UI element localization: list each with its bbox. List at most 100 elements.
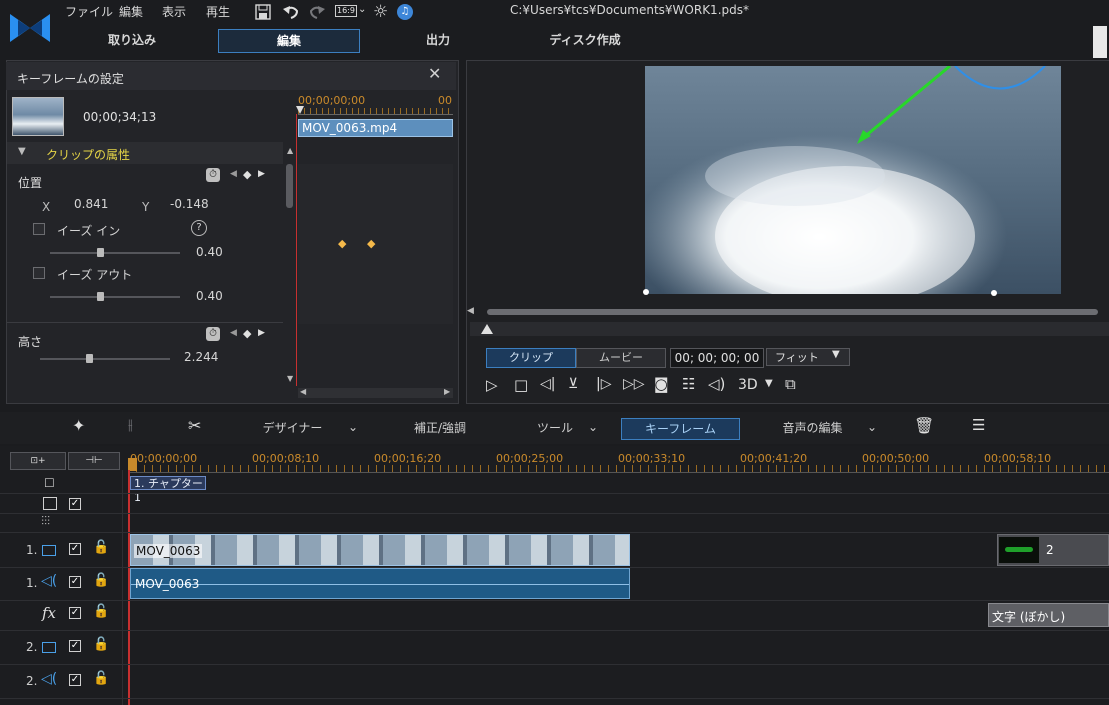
ease-in-checkbox[interactable] [33, 223, 45, 235]
play-icon[interactable]: ▷ [486, 376, 498, 394]
help-icon[interactable]: ? [191, 220, 207, 236]
preview-timecode[interactable]: 00; 00; 00; 00 [670, 348, 764, 368]
gear-icon[interactable]: ☼ [373, 2, 388, 22]
designer-button[interactable]: デザイナー [255, 418, 330, 438]
subtitle-track-checkbox[interactable]: ✓ [69, 498, 81, 510]
x-value[interactable]: 0.841 [74, 197, 108, 211]
fit-timeline-icon[interactable]: ⊣⊢ [68, 452, 120, 470]
close-icon[interactable]: ✕ [428, 64, 441, 83]
lock-icon[interactable]: 🔓 [93, 573, 109, 588]
subtitle-icon[interactable]: ☷ [682, 375, 695, 393]
lock-icon[interactable]: 🔓 [93, 540, 109, 555]
clip-mode-button[interactable]: クリップ [486, 348, 576, 368]
add-keyframe-icon[interactable]: ◆ [243, 327, 251, 340]
keyframe-button[interactable]: キーフレーム [621, 418, 740, 440]
prev-frame-icon[interactable]: ◁| [540, 376, 555, 392]
aspect-ratio-button[interactable]: 16:9 [335, 5, 357, 17]
menu-play[interactable]: 再生 [206, 3, 230, 20]
scroll-up-icon[interactable]: ▲ [287, 146, 293, 155]
kf-hscroll[interactable] [298, 388, 453, 398]
ease-out-slider-track [50, 296, 180, 298]
tools-button[interactable]: ツール [525, 418, 585, 438]
scroll-left-icon[interactable]: ◀ [300, 387, 306, 396]
chevron-down-icon[interactable]: ⌄ [588, 420, 598, 434]
tab-produce[interactable]: 出力 [386, 29, 490, 51]
scroll-down-icon[interactable]: ▼ [287, 374, 293, 383]
stopwatch-icon[interactable]: ⏱ [206, 168, 220, 182]
lock-icon[interactable]: 🔓 [93, 671, 109, 686]
correct-enhance-button[interactable]: 補正/強調 [395, 418, 485, 438]
transform-handle[interactable] [991, 290, 997, 296]
track-enable-checkbox[interactable]: ✓ [69, 607, 81, 619]
preview-seekbar[interactable] [470, 322, 1109, 336]
preview-video[interactable] [645, 66, 1061, 294]
audio-edit-button[interactable]: 音声の編集 [770, 418, 855, 438]
keyframe-marker[interactable]: ◆ [338, 237, 346, 250]
tab-edit[interactable]: 編集 [218, 29, 360, 53]
magic-tool-icon[interactable]: ✦ [72, 416, 85, 435]
chapter-marker[interactable]: 1. チャプター 1 [130, 476, 206, 504]
seek-handle-icon[interactable] [481, 324, 493, 334]
save-icon[interactable] [255, 4, 271, 20]
tab-disc[interactable]: ディスク作成 [530, 29, 640, 51]
track-number: 2. [26, 674, 38, 688]
transform-handle[interactable] [643, 289, 649, 295]
scrollbar-top[interactable] [1093, 26, 1107, 58]
notification-icon[interactable]: ♫ [397, 4, 413, 20]
menu-view[interactable]: 表示 [162, 3, 186, 20]
y-value[interactable]: -0.148 [170, 197, 209, 211]
chevron-down-icon[interactable]: ⌄ [358, 4, 366, 15]
fast-forward-icon[interactable]: ▷▷ [623, 376, 645, 392]
lock-icon[interactable]: 🔓 [93, 604, 109, 619]
next-keyframe-icon[interactable]: ▶ [258, 328, 265, 338]
clip-properties-icon[interactable]: ☰ [972, 416, 985, 434]
prev-keyframe-icon[interactable]: ◀ [230, 169, 237, 179]
add-keyframe-icon[interactable]: ◆ [243, 168, 251, 181]
next-frame-icon[interactable]: |▷ [596, 376, 611, 392]
movie-mode-button[interactable]: ムービー [576, 348, 666, 368]
prev-keyframe-icon[interactable]: ◀ [230, 328, 237, 338]
menu-file[interactable]: ファイル [65, 3, 113, 20]
undo-icon[interactable] [282, 3, 300, 21]
track-enable-checkbox[interactable]: ✓ [69, 674, 81, 686]
volume-icon[interactable]: ◁) [708, 375, 725, 393]
y-label: Y [142, 200, 150, 214]
track-enable-checkbox[interactable]: ✓ [69, 576, 81, 588]
divider [0, 532, 1109, 533]
kf-playhead-line [296, 114, 297, 386]
stop-icon[interactable]: □ [514, 376, 528, 394]
preview-hscroll[interactable] [487, 309, 1098, 315]
external-display-icon[interactable]: ⧉ [785, 375, 796, 393]
panel-scroll-thumb[interactable] [286, 164, 293, 208]
3d-toggle[interactable]: 3D [738, 377, 758, 393]
next-keyframe-icon[interactable]: ▶ [258, 169, 265, 179]
split-icon[interactable]: ⫲ [128, 417, 133, 433]
stopwatch-icon[interactable]: ⏱ [206, 327, 220, 341]
scroll-left-icon[interactable]: ◀ [467, 306, 474, 316]
lock-icon[interactable]: 🔓 [93, 637, 109, 652]
keyframe-marker[interactable]: ◆ [367, 237, 375, 250]
redo-icon[interactable] [308, 3, 326, 21]
ease-out-slider-thumb[interactable] [97, 292, 104, 301]
track-enable-checkbox[interactable]: ✓ [69, 640, 81, 652]
tab-capture[interactable]: 取り込み [80, 29, 184, 51]
trash-icon[interactable]: 🗑 [914, 416, 934, 435]
scissors-icon[interactable]: ✂ [188, 416, 201, 435]
snapshot-icon[interactable]: ◙ [654, 375, 669, 393]
track-manager-icon[interactable]: ⊡+ [10, 452, 66, 470]
menu-edit[interactable]: 編集 [119, 3, 143, 20]
ease-out-checkbox[interactable] [33, 267, 45, 279]
ease-in-slider-thumb[interactable] [97, 248, 104, 257]
split-marker-icon[interactable]: ⊻ [568, 376, 578, 392]
height-slider-thumb[interactable] [86, 354, 93, 363]
chevron-down-icon[interactable]: ⌄ [348, 420, 358, 434]
chevron-down-icon[interactable]: ⌄ [867, 420, 877, 434]
video-clip[interactable] [130, 534, 630, 566]
timeline-ruler[interactable] [128, 465, 1109, 473]
dropdown-arrow-icon[interactable]: ▼ [832, 349, 840, 360]
collapse-arrow-icon[interactable]: ▼ [18, 146, 26, 157]
3d-dropdown-arrow-icon[interactable]: ▼ [765, 378, 773, 389]
track-enable-checkbox[interactable]: ✓ [69, 543, 81, 555]
scroll-right-icon[interactable]: ▶ [444, 387, 450, 396]
playhead-marker-icon[interactable] [296, 106, 304, 114]
